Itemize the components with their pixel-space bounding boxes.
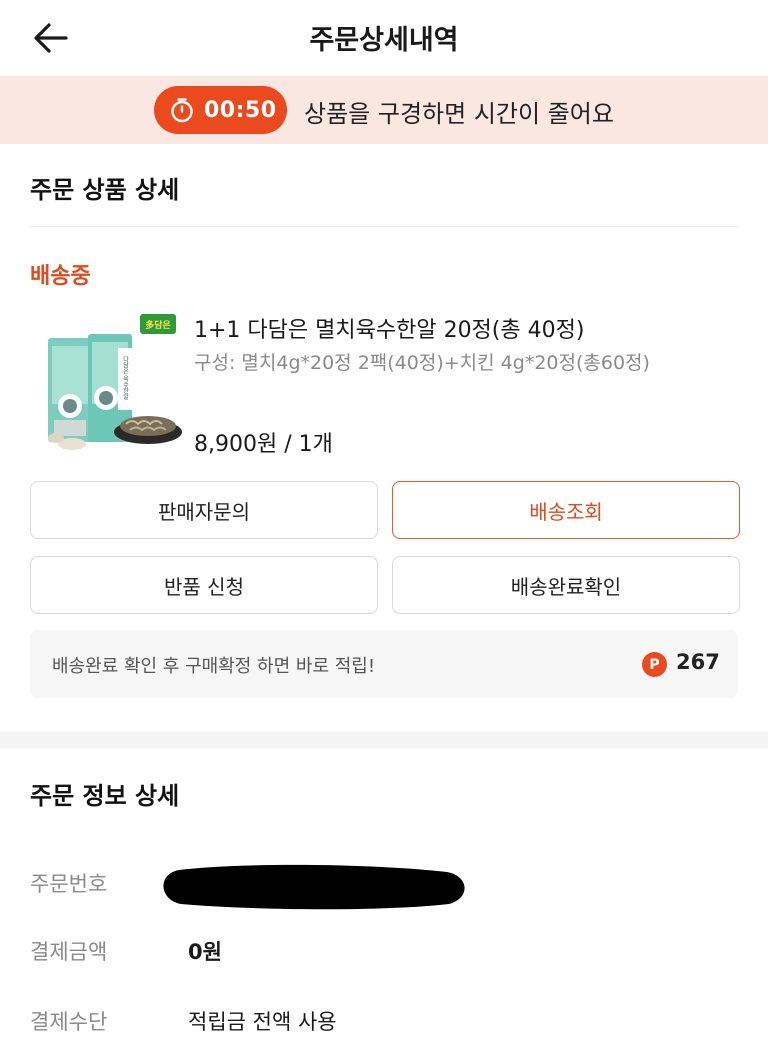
points-message: 배송완료 확인 후 구매확정 하면 바로 적립! <box>52 656 376 677</box>
order-product-section-title: 주문 상품 상세 <box>30 176 180 204</box>
payment-method-label: 결제수단 <box>30 1010 108 1034</box>
return-request-button[interactable]: 반품 신청 <box>30 556 378 614</box>
payment-amount-value: 0원 <box>188 940 222 964</box>
product-price: 8,900원 / 1개 <box>194 432 333 457</box>
order-number-label: 주문번호 <box>30 872 108 896</box>
payment-amount-label: 결제금액 <box>30 940 108 964</box>
stopwatch-icon <box>171 98 193 123</box>
redaction-mark <box>163 864 465 910</box>
section-divider <box>30 226 738 227</box>
order-info-section-title: 주문 정보 상세 <box>30 782 180 810</box>
points-reward-box: 배송완료 확인 후 구매확정 하면 바로 적립! P 267 <box>30 630 738 698</box>
confirm-delivery-button[interactable]: 배송완료확인 <box>392 556 740 614</box>
timer-countdown: 00:50 <box>204 97 277 123</box>
page-title: 주문상세내역 <box>309 25 459 56</box>
product-image: 다담은 육수한알 多담은 <box>48 314 182 450</box>
timer-message: 상품을 구경하면 시간이 줄어요 <box>304 100 614 128</box>
points-icon: P <box>642 652 667 677</box>
track-delivery-button[interactable]: 배송조회 <box>392 481 740 539</box>
thumb-package-text: 다담은 육수한알 <box>122 355 129 400</box>
top-header: 주문상세내역 <box>0 0 768 76</box>
timer-banner[interactable]: 00:50 상품을 구경하면 시간이 줄어요 <box>0 76 768 144</box>
product-name[interactable]: 1+1 다담은 멸치육수한알 20정(총 40정) <box>194 312 584 344</box>
product-thumbnail[interactable]: 다담은 육수한알 多담은 <box>44 312 184 454</box>
timer-badge: 00:50 <box>154 86 287 134</box>
brand-logo-text: 多담은 <box>145 319 171 331</box>
svg-text:多담은: 多담은 <box>145 319 171 331</box>
seller-inquiry-button[interactable]: 판매자문의 <box>30 481 378 539</box>
svg-text:다담은 육수한알: 다담은 육수한알 <box>122 355 129 400</box>
delivery-status-label: 배송중 <box>30 264 91 289</box>
payment-method-value: 적립금 전액 사용 <box>188 1010 337 1034</box>
section-separator <box>0 732 768 748</box>
points-value: 267 <box>676 650 720 674</box>
product-option: 구성: 멸치4g*20정 2팩(40정)+치킨 4g*20정(총60정) <box>194 352 650 374</box>
